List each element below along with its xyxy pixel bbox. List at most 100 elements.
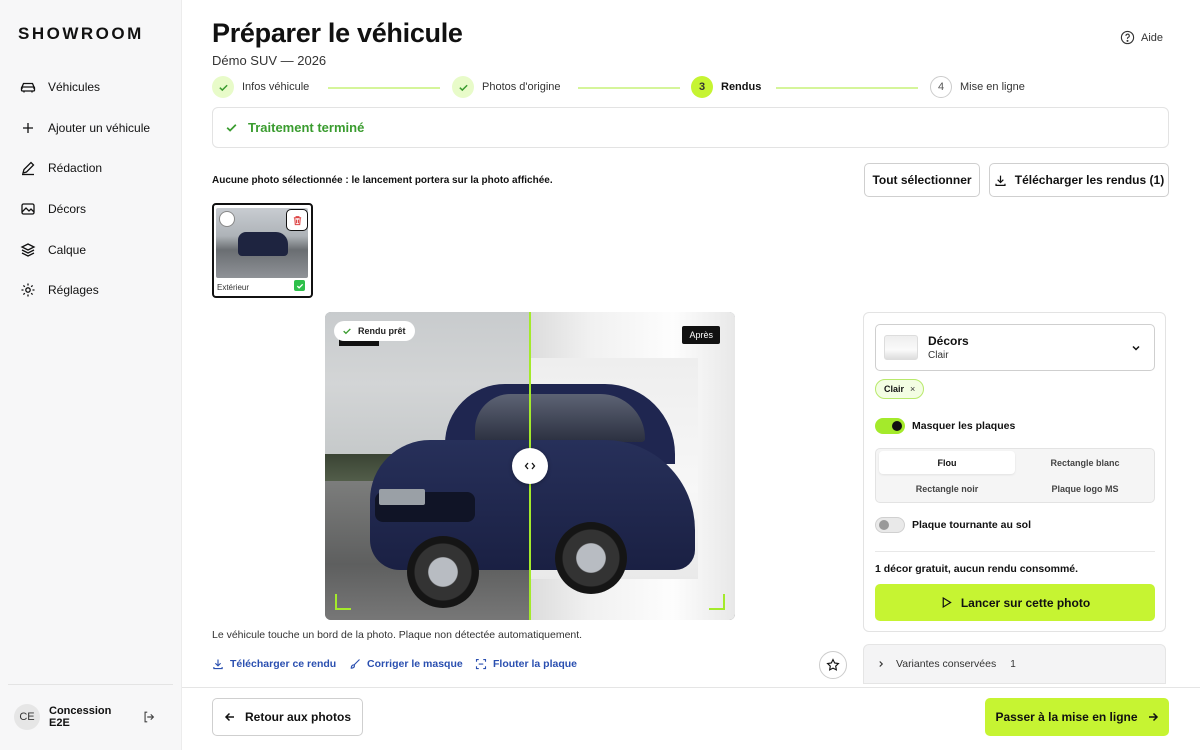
- fix-mask-link[interactable]: Corriger le masque: [349, 658, 463, 670]
- page-subtitle: Démo SUV — 2026: [212, 53, 327, 68]
- gear-icon: [20, 282, 36, 298]
- license-plate: [379, 489, 425, 505]
- step-infos-vehicule[interactable]: Infos véhicule: [212, 76, 309, 98]
- plate-mode-selector: Flou Rectangle blanc Rectangle noir Plaq…: [875, 448, 1155, 503]
- download-icon: [213, 659, 223, 670]
- front-wheel: [407, 536, 479, 608]
- plate-option-rectangle-blanc[interactable]: Rectangle blanc: [1017, 451, 1153, 474]
- decor-select[interactable]: Décors Clair: [875, 324, 1155, 371]
- sidebar-item-calque[interactable]: Calque: [0, 229, 182, 270]
- help-icon: [1120, 30, 1135, 45]
- sidebar-item-label: Véhicules: [48, 80, 101, 95]
- download-render-link[interactable]: Télécharger ce rendu: [212, 658, 336, 670]
- close-icon[interactable]: ×: [910, 384, 915, 394]
- viewer-caption: Le véhicule touche un bord de la photo. …: [212, 629, 583, 641]
- decor-title: Décors: [928, 334, 969, 348]
- step-connector: [776, 87, 918, 89]
- decor-chip[interactable]: Clair ×: [875, 379, 925, 399]
- sidebar: SHOWROOM Véhicules Ajouter un véhicule R…: [0, 0, 182, 750]
- crop-corner: [335, 594, 351, 610]
- sidebar-item-vehicules[interactable]: Véhicules: [0, 67, 182, 108]
- selection-info: Aucune photo sélectionnée : le lancement…: [212, 175, 553, 186]
- page-title: Préparer le véhicule: [212, 18, 463, 48]
- photo-thumbnail[interactable]: Extérieur: [212, 203, 313, 298]
- download-render-label: Télécharger ce rendu: [230, 658, 337, 670]
- mask-plates-label: Masquer les plaques: [912, 420, 1016, 432]
- play-icon: [942, 596, 952, 609]
- brush-icon: [350, 659, 360, 669]
- help-link[interactable]: Aide: [1120, 30, 1163, 45]
- sidebar-divider: [8, 684, 173, 685]
- mask-plates-toggle[interactable]: [875, 418, 905, 434]
- crop-corner: [709, 594, 725, 610]
- sidebar-item-redaction[interactable]: Rédaction: [0, 148, 182, 189]
- step-rendus[interactable]: 3 Rendus: [691, 76, 761, 98]
- thumbnail-car: [238, 232, 288, 256]
- select-checkbox[interactable]: [219, 211, 235, 227]
- sidebar-item-reglages[interactable]: Réglages: [0, 270, 182, 311]
- launch-label: Lancer sur cette photo: [960, 595, 1091, 610]
- toggle-knob: [892, 421, 902, 431]
- status-text: Traitement terminé: [248, 120, 365, 135]
- plate-option-logo-ms[interactable]: Plaque logo MS: [1017, 477, 1153, 500]
- avatar[interactable]: CE: [14, 704, 40, 730]
- launch-button[interactable]: Lancer sur cette photo: [875, 584, 1155, 621]
- check-icon: [452, 76, 474, 98]
- help-label: Aide: [1141, 31, 1164, 44]
- before-after-viewer[interactable]: Rendu prêt Après: [325, 312, 735, 620]
- pen-icon: [20, 160, 36, 176]
- step-mise-en-ligne[interactable]: 4 Mise en ligne: [930, 76, 1025, 98]
- variants-accordion[interactable]: Variantes conservées 1: [863, 644, 1166, 684]
- panel-divider: [875, 551, 1155, 552]
- status-badge: Rendu prêt: [334, 321, 415, 341]
- status-banner: Traitement terminé: [212, 107, 1169, 148]
- plus-icon: [20, 120, 36, 136]
- step-label: Photos d'origine: [482, 81, 561, 93]
- star-icon: [826, 658, 840, 671]
- step-connector: [328, 87, 440, 89]
- trash-icon: [293, 215, 301, 225]
- arrow-right-icon: [1148, 712, 1158, 722]
- delete-button[interactable]: [286, 209, 308, 231]
- step-label: Infos véhicule: [242, 81, 310, 93]
- back-label: Retour aux photos: [244, 710, 351, 724]
- chip-label: Clair: [884, 384, 905, 394]
- go-online-button[interactable]: Passer à la mise en ligne: [985, 698, 1169, 736]
- check-icon: [212, 76, 234, 98]
- blur-plate-label: Flouter la plaque: [493, 658, 578, 670]
- user-name: Concession E2E: [49, 705, 112, 729]
- step-number: 4: [930, 76, 952, 98]
- rendered-check-icon: [294, 280, 305, 291]
- chevron-right-icon: [879, 661, 884, 667]
- brand-logo[interactable]: SHOWROOM: [18, 24, 144, 44]
- scan-icon: [475, 658, 487, 670]
- compare-handle[interactable]: [512, 448, 548, 484]
- sidebar-item-add-vehicle[interactable]: Ajouter un véhicule: [0, 108, 182, 149]
- logout-icon[interactable]: [142, 710, 156, 724]
- blur-plate-link[interactable]: Flouter la plaque: [475, 658, 577, 670]
- sidebar-nav: Véhicules Ajouter un véhicule Rédaction …: [0, 67, 182, 311]
- after-tag: Après: [682, 326, 720, 344]
- car-window: [475, 394, 645, 442]
- sidebar-item-decors[interactable]: Décors: [0, 189, 182, 230]
- fix-mask-label: Corriger le masque: [367, 658, 463, 670]
- step-label: Mise en ligne: [960, 81, 1025, 93]
- check-icon: [343, 328, 351, 335]
- turntable-toggle[interactable]: [875, 517, 905, 533]
- sidebar-item-label: Réglages: [48, 283, 99, 298]
- back-to-photos-button[interactable]: Retour aux photos: [212, 698, 363, 736]
- download-renders-button[interactable]: Télécharger les rendus (1): [989, 163, 1169, 197]
- credit-info: 1 décor gratuit, aucun rendu consommé.: [875, 563, 1079, 575]
- step-label: Rendus: [721, 81, 762, 93]
- step-photos-origine[interactable]: Photos d'origine: [452, 76, 561, 98]
- sidebar-item-label: Ajouter un véhicule: [48, 120, 151, 135]
- plate-option-flou[interactable]: Flou: [879, 451, 1015, 474]
- select-all-button[interactable]: Tout sélectionner: [864, 163, 980, 197]
- next-label: Passer à la mise en ligne: [995, 710, 1138, 724]
- arrows-horizontal-icon: [524, 462, 536, 470]
- favorite-button[interactable]: [819, 651, 847, 679]
- car-icon: [20, 79, 36, 95]
- plate-option-rectangle-noir[interactable]: Rectangle noir: [879, 477, 1015, 500]
- arrow-left-icon: [224, 712, 234, 722]
- thumbnail-label: Extérieur: [217, 283, 250, 292]
